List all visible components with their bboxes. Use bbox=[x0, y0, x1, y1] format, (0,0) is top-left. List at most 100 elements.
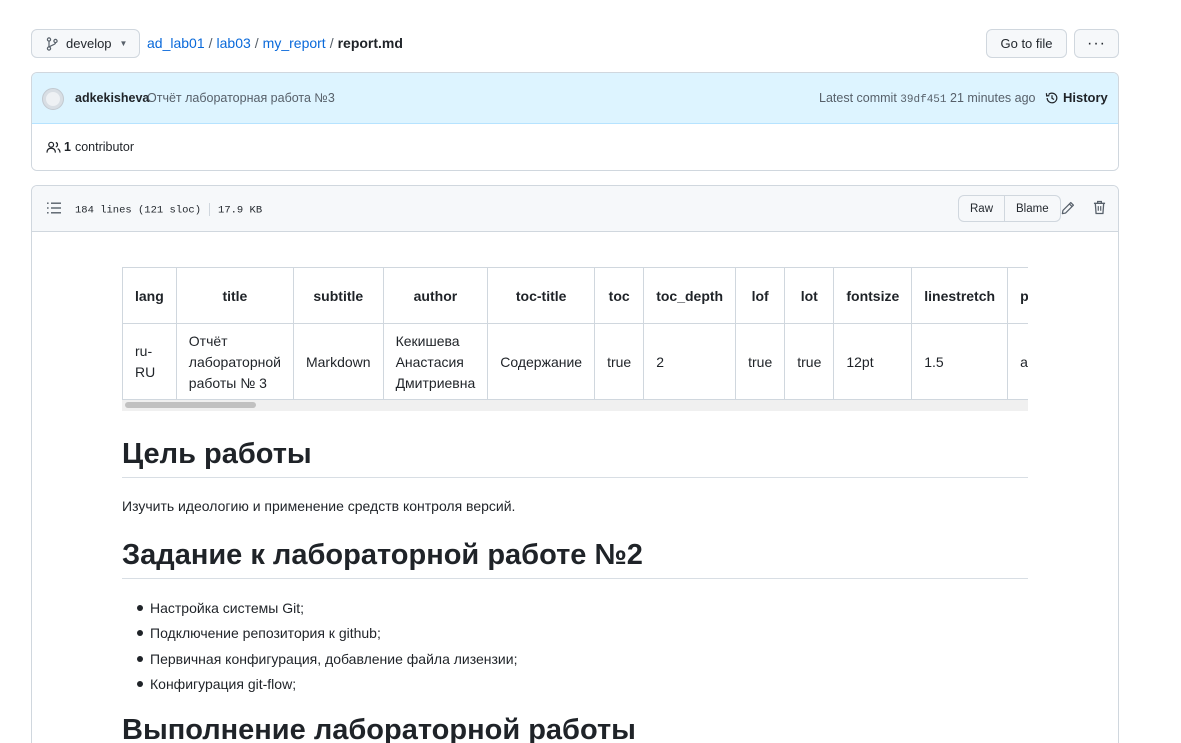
table-header-cell: toc bbox=[594, 267, 645, 324]
heading-goal: Цель работы bbox=[122, 437, 1028, 478]
commit-time: 21 minutes ago bbox=[950, 91, 1036, 105]
table-cell-line: true bbox=[607, 353, 632, 370]
commit-message-link[interactable]: Отчёт лабораторная работа №3 bbox=[147, 91, 335, 105]
history-link[interactable]: History bbox=[1045, 90, 1108, 105]
horizontal-scrollbar[interactable] bbox=[122, 399, 1028, 411]
table-cell: Кекишева Анастасия Дмитриевна bbox=[382, 323, 489, 401]
raw-button[interactable]: Raw bbox=[959, 196, 1004, 221]
table-cell: Содержание bbox=[487, 323, 596, 401]
table-cell-line: 12pt bbox=[846, 353, 874, 370]
table-cell-line: true bbox=[748, 353, 773, 370]
list-unordered-icon[interactable] bbox=[47, 202, 61, 214]
table-cell-line: Отчёт bbox=[188, 332, 228, 349]
table-header-cell: title bbox=[175, 267, 294, 324]
heading-execution: Выполнение лабораторной работы bbox=[122, 713, 1028, 743]
table-cell-line: работы № 3 bbox=[188, 374, 267, 391]
list-item: Конфигурация git-flow; bbox=[122, 673, 517, 698]
breadcrumb-folder-my-report-link[interactable]: my_report bbox=[263, 35, 326, 51]
breadcrumb: ad_lab01/lab03/my_report / report.md bbox=[147, 35, 403, 51]
table-cell-line: true bbox=[797, 353, 822, 370]
contributors-count: 1 bbox=[64, 140, 71, 154]
file-line-count: 184 lines (121 sloc) bbox=[75, 204, 202, 217]
frontmatter-table-scroll[interactable]: lang title subtitle author toc-title toc toc_d… bbox=[122, 267, 1028, 411]
table-cell-line: ru- bbox=[135, 343, 153, 359]
file-info: 184 lines (121 sloc) 17.9 KB bbox=[75, 203, 262, 216]
contributors-link[interactable]: 1 contributor bbox=[46, 140, 134, 154]
commit-row: adkekisheva Отчёт лабораторная работа №3… bbox=[32, 73, 1118, 124]
trash-icon[interactable] bbox=[1093, 200, 1106, 215]
file-viewer: 184 lines (121 sloc) 17.9 KB Raw Blame la… bbox=[31, 185, 1119, 743]
chevron-down-icon: ▼ bbox=[119, 39, 128, 48]
latest-commit-label: Latest commit bbox=[819, 91, 897, 105]
breadcrumb-folder-lab03-link[interactable]: lab03 bbox=[217, 35, 251, 51]
file-header: 184 lines (121 sloc) 17.9 KB Raw Blame bbox=[32, 186, 1118, 232]
table-cell-line: 2 bbox=[656, 353, 665, 370]
table-header-cell: lof bbox=[735, 267, 786, 324]
history-label: History bbox=[1063, 90, 1108, 105]
list-item: Настройка системы Git; bbox=[122, 597, 517, 622]
markdown-body: lang title subtitle author toc-title toc toc_d… bbox=[122, 267, 1028, 743]
branch-selector-button[interactable]: develop ▼ bbox=[31, 29, 140, 58]
table-header-cell: subtitle bbox=[292, 267, 384, 324]
table-cell-line: Содержание bbox=[500, 353, 583, 370]
table-cell: ru- RU bbox=[122, 323, 177, 401]
table-cell-line: 1.5 bbox=[924, 353, 944, 370]
table-cell-line: RU bbox=[135, 364, 156, 380]
file-actions-group: Raw Blame bbox=[958, 195, 1061, 222]
git-branch-icon bbox=[46, 36, 58, 51]
blame-button[interactable]: Blame bbox=[1004, 196, 1060, 221]
avatar[interactable] bbox=[42, 88, 64, 110]
people-icon bbox=[46, 141, 61, 153]
table-cell-line: Кекишева bbox=[395, 332, 460, 349]
table-row: ru- RU Отчёт лабораторной работы № 3 Markdown… bbox=[122, 323, 1028, 401]
table-cell: true bbox=[594, 323, 645, 401]
file-size: 17.9 KB bbox=[218, 204, 263, 217]
breadcrumb-separator: / bbox=[329, 35, 334, 51]
contributors-row: 1 contributor bbox=[32, 124, 1118, 170]
frontmatter-table: lang title subtitle author toc-title toc toc_d… bbox=[122, 267, 1028, 401]
table-cell: 12pt bbox=[833, 323, 913, 401]
table-header-row: lang title subtitle author toc-title toc toc_d… bbox=[122, 267, 1028, 324]
contributors-label: contributor bbox=[74, 140, 135, 154]
latest-commit-box: adkekisheva Отчёт лабораторная работа №3… bbox=[31, 72, 1119, 171]
breadcrumb-separator: / bbox=[254, 35, 259, 51]
go-to-file-button[interactable]: Go to file bbox=[986, 29, 1067, 58]
table-cell: 1.5 bbox=[911, 323, 1009, 401]
list-item: Подключение репозитория к github; bbox=[122, 622, 517, 647]
table-header-cell: toc-title bbox=[487, 267, 596, 324]
table-cell-line: Дмитриевна bbox=[395, 374, 476, 391]
breadcrumb-separator: / bbox=[208, 35, 213, 51]
table-header-cell: toc_depth bbox=[643, 267, 737, 324]
more-options-button[interactable]: ··· bbox=[1074, 29, 1119, 58]
table-cell: Отчёт лабораторной работы № 3 bbox=[175, 323, 294, 401]
heading-task: Задание к лабораторной работе №2 bbox=[122, 538, 1028, 579]
table-header-cell: linestretch bbox=[911, 267, 1009, 324]
table-cell-line: лабораторной bbox=[188, 353, 281, 370]
table-cell: 2 bbox=[643, 323, 737, 401]
table-header-cell: lot bbox=[784, 267, 835, 324]
scrollbar-thumb[interactable] bbox=[125, 402, 256, 408]
table-cell-line: Markdown bbox=[305, 353, 371, 370]
table-header-cell: lang bbox=[122, 267, 177, 324]
table-cell: a4 bbox=[1007, 323, 1028, 401]
table-cell-line: a4 bbox=[1020, 353, 1028, 370]
file-navigation: develop ▼ ad_lab01/lab03/my_report / repor… bbox=[31, 29, 1119, 59]
table-header-cell: author bbox=[382, 267, 489, 324]
task-list: Настройка системы Git; Подключение репоз… bbox=[122, 597, 517, 698]
table-cell: Markdown bbox=[292, 323, 384, 401]
breadcrumb-repo-link[interactable]: ad_lab01 bbox=[147, 35, 205, 51]
latest-commit-info: Latest commit 39df451 21 minutes ago bbox=[819, 91, 1035, 106]
commit-sha-link[interactable]: 39df451 bbox=[900, 94, 946, 106]
commit-author-link[interactable]: adkekisheva bbox=[75, 91, 149, 105]
list-item: Первичная конфигурация, добавление файла… bbox=[122, 648, 517, 673]
pencil-icon[interactable] bbox=[1061, 201, 1075, 215]
history-icon bbox=[1045, 92, 1058, 103]
table-cell: true bbox=[735, 323, 786, 401]
branch-name: develop bbox=[66, 36, 112, 51]
table-header-cell: papersize bbox=[1007, 267, 1028, 324]
table-cell-line: Анастасия bbox=[395, 353, 464, 370]
breadcrumb-current-file: report.md bbox=[337, 35, 403, 51]
goal-paragraph: Изучить идеологию и применение средств к… bbox=[122, 498, 516, 514]
table-cell: true bbox=[784, 323, 835, 401]
table-header-cell: fontsize bbox=[833, 267, 913, 324]
